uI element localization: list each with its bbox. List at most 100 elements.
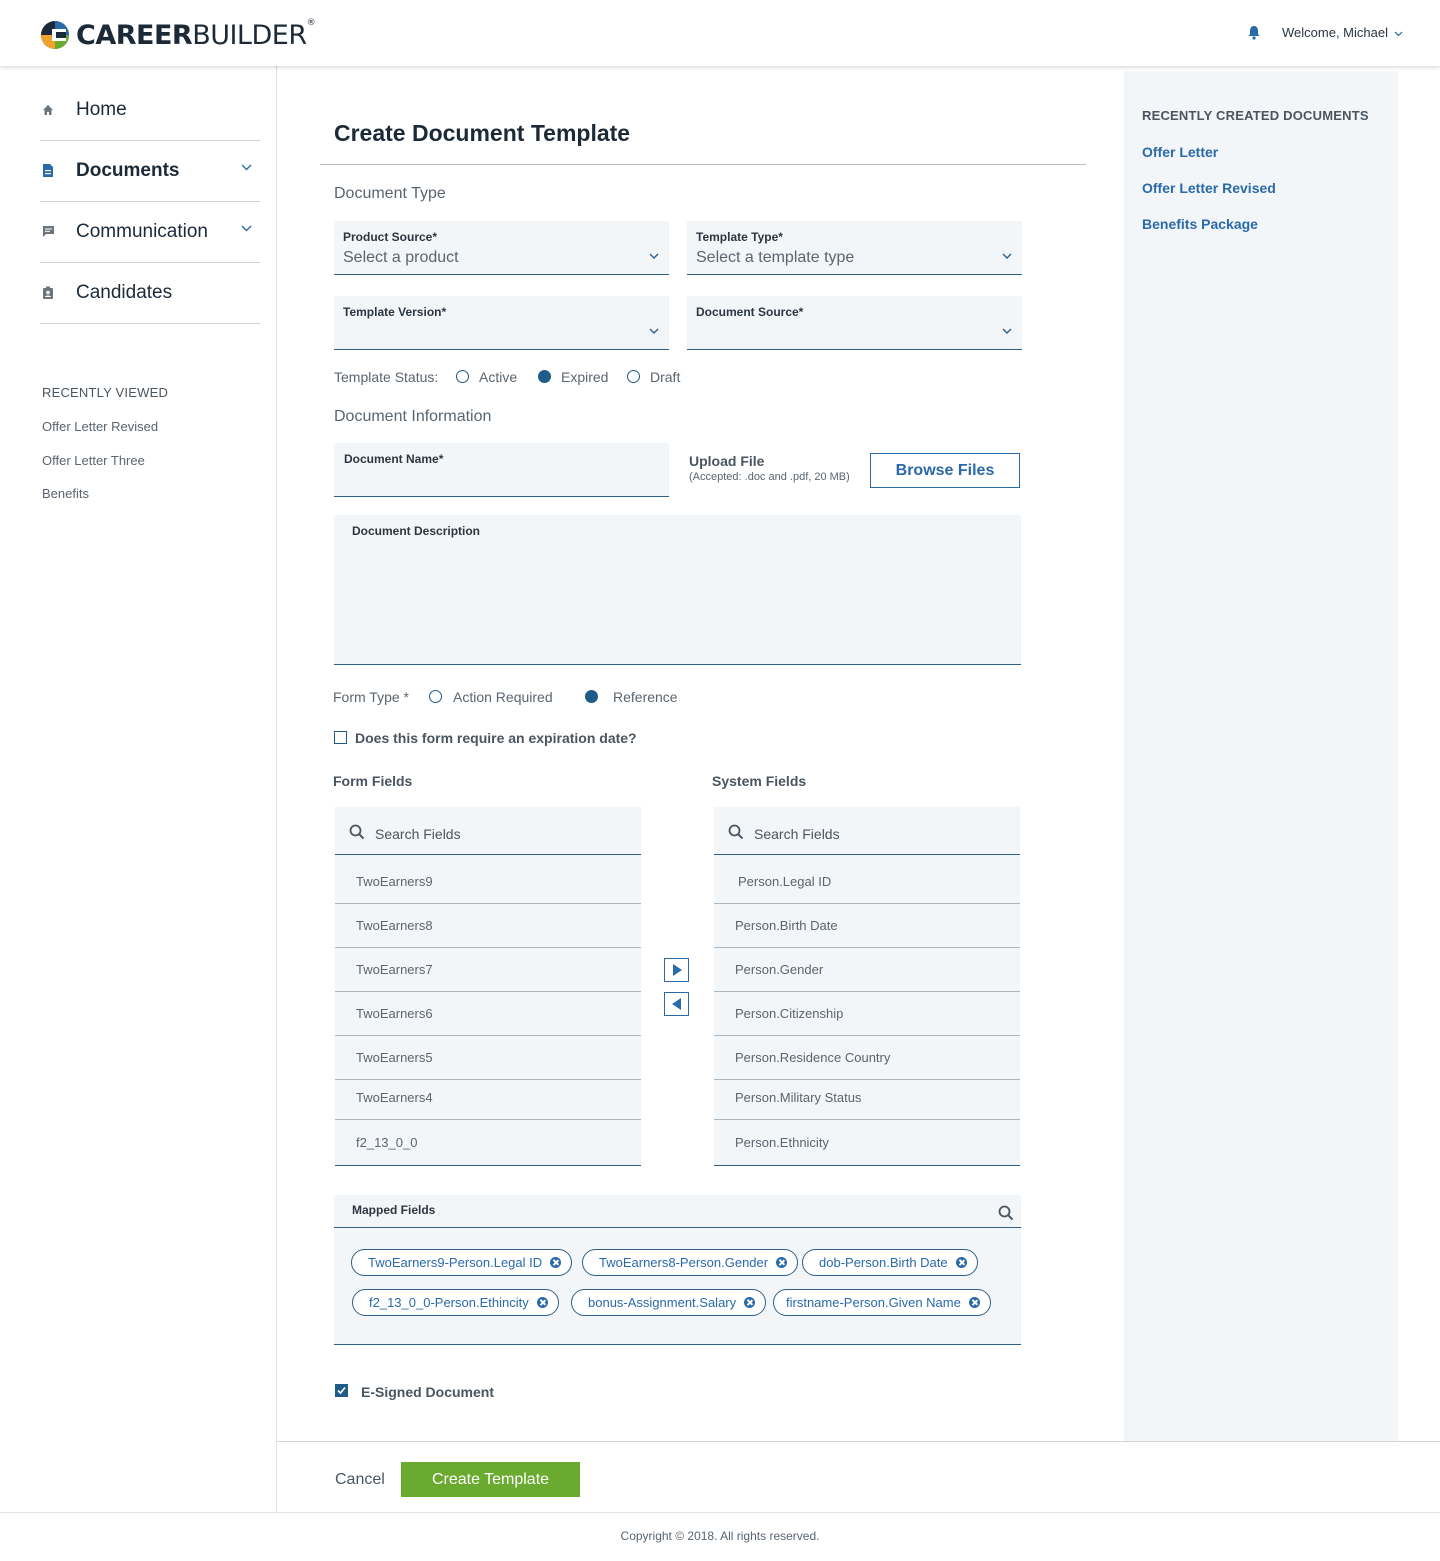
cancel-button[interactable]: Cancel xyxy=(335,1471,385,1489)
careerbuilder-logo-icon[interactable] xyxy=(40,20,70,50)
list-item[interactable]: Person.Military Status xyxy=(714,1076,1020,1120)
form-type-action-required-radio[interactable] xyxy=(429,690,442,703)
sidebar-item-candidates[interactable]: Candidates xyxy=(40,262,260,324)
radio-label[interactable]: Reference xyxy=(613,689,678,705)
mapped-chip[interactable]: TwoEarners8-Person.Gender xyxy=(582,1249,799,1276)
mapped-chip[interactable]: firstname-Person.Given Name xyxy=(773,1289,991,1316)
mapped-chip[interactable]: bonus-Assignment.Salary xyxy=(571,1289,767,1316)
field-label: Document Source* xyxy=(696,305,804,319)
expiration-date-label[interactable]: Does this form require an expiration dat… xyxy=(355,730,637,746)
list-item[interactable]: Person.Ethnicity xyxy=(714,1120,1020,1164)
divider xyxy=(320,164,1086,165)
copyright-text: Copyright © 2018. All rights reserved. xyxy=(620,1529,820,1543)
esigned-checkbox[interactable] xyxy=(335,1384,348,1397)
chip-label: f2_13_0_0-Person.Ethincity xyxy=(369,1295,529,1310)
field-value: Select a template type xyxy=(696,249,855,266)
recent-document-link[interactable]: Offer Letter xyxy=(1142,144,1218,160)
product-source-select[interactable]: Product Source* Select a product xyxy=(334,221,669,275)
status-draft-radio[interactable] xyxy=(627,370,640,383)
move-left-button[interactable] xyxy=(664,992,689,1016)
document-source-select[interactable]: Document Source* xyxy=(687,296,1022,350)
recent-link[interactable]: Benefits xyxy=(42,486,89,501)
chevron-down-icon xyxy=(1394,31,1403,37)
recent-link[interactable]: Offer Letter Revised xyxy=(42,419,158,434)
remove-icon[interactable] xyxy=(968,1297,980,1308)
recently-created-heading: RECENTLY CREATED DOCUMENTS xyxy=(1142,108,1369,123)
system-fields-list: Search Fields Person.Legal ID Person.Bir… xyxy=(714,807,1020,1166)
esigned-label[interactable]: E-Signed Document xyxy=(361,1384,494,1400)
list-item[interactable]: Person.Residence Country xyxy=(714,1036,1020,1080)
list-item[interactable]: Person.Birth Date xyxy=(714,904,1020,948)
radio-label[interactable]: Expired xyxy=(561,369,608,385)
sidebar-item-label: Communication xyxy=(76,220,208,242)
form-fields-list: Search Fields TwoEarners9 TwoEarners8 Tw… xyxy=(335,807,641,1166)
list-item[interactable]: TwoEarners7 xyxy=(335,948,641,992)
list-item[interactable]: Person.Legal ID xyxy=(714,860,1020,904)
mapped-chip[interactable]: TwoEarners9-Person.Legal ID xyxy=(351,1249,573,1276)
chevron-down-icon[interactable] xyxy=(241,225,252,232)
user-menu[interactable]: Welcome, Michael xyxy=(1282,25,1403,40)
list-item[interactable]: f2_13_0_0 xyxy=(335,1120,641,1164)
chip-label: dob-Person.Birth Date xyxy=(819,1255,948,1270)
sidebar: Home Documents Communication Candidates … xyxy=(0,66,277,1512)
recently-viewed-heading: RECENTLY VIEWED xyxy=(42,385,169,400)
search-placeholder: Search Fields xyxy=(375,826,461,842)
field-label: Document Description xyxy=(352,524,481,538)
list-item[interactable]: TwoEarners9 xyxy=(335,860,641,904)
move-right-button[interactable] xyxy=(664,958,689,982)
expiration-date-checkbox[interactable] xyxy=(334,731,347,744)
brand-wordmark[interactable]: CAREERBUILDER® xyxy=(76,18,316,51)
template-type-select[interactable]: Template Type* Select a template type xyxy=(687,221,1022,275)
document-name-input[interactable]: Document Name* xyxy=(334,443,669,497)
list-item[interactable]: Person.Gender xyxy=(714,948,1020,992)
recent-link[interactable]: Offer Letter Three xyxy=(42,453,145,468)
sidebar-item-documents[interactable]: Documents xyxy=(40,140,260,202)
document-icon xyxy=(40,163,56,179)
triangle-left-icon xyxy=(671,998,681,1010)
list-item[interactable]: TwoEarners5 xyxy=(335,1036,641,1080)
sidebar-item-label: Candidates xyxy=(76,281,173,303)
browse-files-button[interactable]: Browse Files xyxy=(870,453,1020,488)
chip-label: TwoEarners9-Person.Legal ID xyxy=(368,1255,543,1270)
mapped-fields-label: Mapped Fields xyxy=(352,1203,436,1217)
list-item[interactable]: TwoEarners4 xyxy=(335,1076,641,1120)
document-description-textarea[interactable]: Document Description xyxy=(334,515,1021,665)
list-item[interactable]: TwoEarners8 xyxy=(335,904,641,948)
remove-icon[interactable] xyxy=(536,1297,548,1308)
chevron-down-icon[interactable] xyxy=(241,164,252,171)
mapped-chip[interactable]: f2_13_0_0-Person.Ethincity xyxy=(352,1289,559,1316)
sidebar-item-home[interactable]: Home xyxy=(40,79,260,141)
recent-document-link[interactable]: Offer Letter Revised xyxy=(1142,180,1276,196)
form-fields-search[interactable]: Search Fields xyxy=(335,807,641,855)
sidebar-item-communication[interactable]: Communication xyxy=(40,201,260,263)
mapped-fields-box: Mapped Fields TwoEarners9-Person.Legal I… xyxy=(334,1195,1021,1345)
create-template-button[interactable]: Create Template xyxy=(401,1462,580,1497)
field-label: Template Type* xyxy=(696,230,783,244)
radio-label[interactable]: Action Required xyxy=(453,689,553,705)
remove-icon[interactable] xyxy=(744,1297,756,1308)
recent-document-link[interactable]: Benefits Package xyxy=(1142,216,1258,232)
radio-label[interactable]: Active xyxy=(479,369,517,385)
status-expired-radio[interactable] xyxy=(538,370,551,383)
mapped-fields-header: Mapped Fields xyxy=(334,1195,1021,1228)
system-fields-search[interactable]: Search Fields xyxy=(714,807,1020,855)
status-active-radio[interactable] xyxy=(456,370,469,383)
remove-icon[interactable] xyxy=(955,1257,967,1268)
bell-icon[interactable] xyxy=(1247,25,1261,40)
upload-file-label: Upload File xyxy=(689,453,765,469)
radio-label[interactable]: Draft xyxy=(650,369,680,385)
mapped-chip[interactable]: dob-Person.Birth Date xyxy=(802,1249,978,1276)
list-item[interactable]: Person.Citizenship xyxy=(714,992,1020,1036)
field-label: Document Name* xyxy=(344,452,444,466)
search-icon[interactable] xyxy=(998,1205,1014,1221)
template-version-select[interactable]: Template Version* xyxy=(334,296,669,350)
section-heading-document-type: Document Type xyxy=(334,185,446,202)
remove-icon[interactable] xyxy=(550,1257,562,1268)
form-type-reference-radio[interactable] xyxy=(585,690,598,703)
remove-icon[interactable] xyxy=(776,1257,788,1268)
form-type-label: Form Type * xyxy=(333,689,409,705)
chip-label: firstname-Person.Given Name xyxy=(786,1295,961,1310)
search-placeholder: Search Fields xyxy=(754,826,840,842)
chip-label: bonus-Assignment.Salary xyxy=(588,1295,737,1310)
list-item[interactable]: TwoEarners6 xyxy=(335,992,641,1036)
